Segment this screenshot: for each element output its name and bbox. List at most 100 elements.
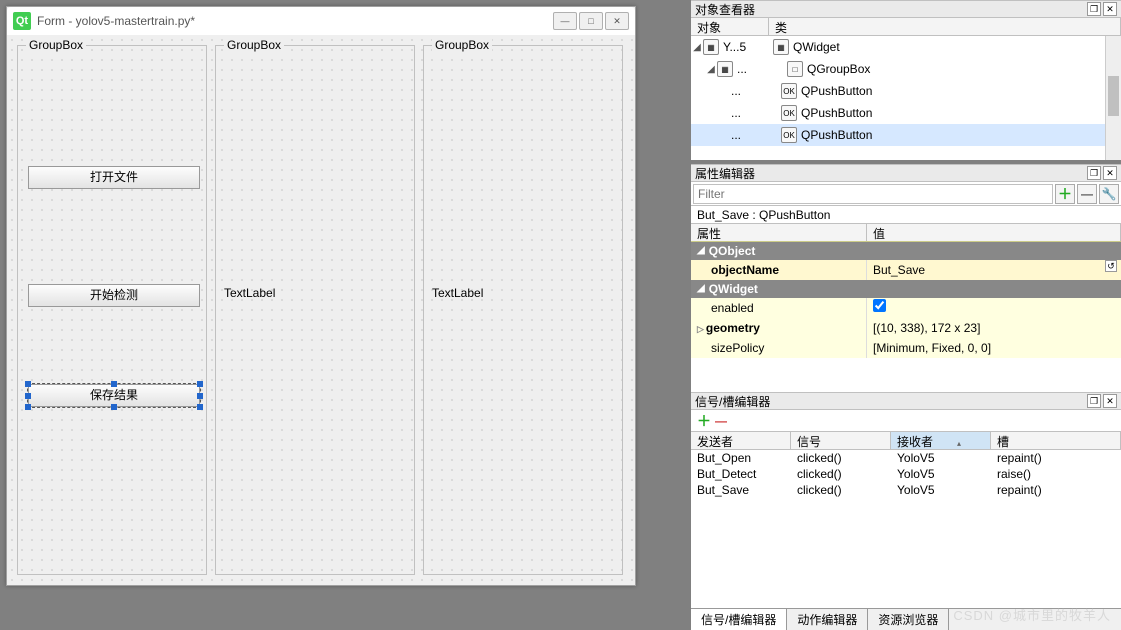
groupbox-1[interactable]: GroupBox 打开文件 开始检测 保存结果	[17, 45, 207, 575]
prop-value[interactable]: [(10, 338), 172 x 23]	[867, 318, 1121, 338]
signal-table-body[interactable]: But_Open clicked() YoloV5 repaint() But_…	[691, 450, 1121, 498]
dock-close-button[interactable]: ✕	[1103, 2, 1117, 16]
dock-float-button[interactable]: ❐	[1087, 2, 1101, 16]
dock-float-button[interactable]: ❐	[1087, 166, 1101, 180]
dock-close-button[interactable]: ✕	[1103, 166, 1117, 180]
tab-resource-browser[interactable]: 资源浏览器	[868, 609, 949, 630]
dock-float-button[interactable]: ❐	[1087, 394, 1101, 408]
prop-geometry[interactable]: geometry [(10, 338), 172 x 23]	[691, 318, 1121, 338]
text-label[interactable]: TextLabel	[432, 286, 483, 300]
remove-connection-button[interactable]: —	[715, 414, 727, 428]
selection-handle[interactable]	[25, 404, 31, 410]
start-detect-button[interactable]: 开始检测	[28, 284, 200, 307]
config-button[interactable]: 🔧	[1099, 184, 1119, 204]
prop-enabled[interactable]: enabled	[691, 298, 1121, 318]
minimize-button[interactable]: —	[553, 12, 577, 30]
selection-handle[interactable]	[25, 393, 31, 399]
button-icon: OK	[781, 83, 797, 99]
expand-arrow-icon[interactable]: ◢	[705, 64, 717, 75]
dock-title-label: 属性编辑器	[695, 165, 755, 182]
remove-property-button[interactable]: —	[1077, 184, 1097, 204]
tree-node-name: ...	[731, 106, 781, 120]
prop-name: geometry	[691, 318, 867, 338]
tree-node-name: ...	[731, 84, 781, 98]
enabled-checkbox[interactable]	[873, 299, 886, 312]
maximize-button[interactable]: □	[579, 12, 603, 30]
scrollbar-thumb[interactable]	[1108, 76, 1119, 116]
groupbox-title: GroupBox	[26, 38, 86, 52]
col-class[interactable]: 类	[769, 18, 1121, 35]
selection-handle[interactable]	[25, 381, 31, 387]
tree-row[interactable]: ◢ ▦ ... □ QGroupBox	[691, 58, 1121, 80]
close-button[interactable]: ✕	[605, 12, 629, 30]
selection-handle[interactable]	[197, 381, 203, 387]
add-property-button[interactable]: ＋	[1055, 184, 1075, 204]
tree-row[interactable]: ◢ ▦ Y...5 ▦ QWidget	[691, 36, 1121, 58]
signal-row[interactable]: But_Detect clicked() YoloV5 raise()	[691, 466, 1121, 482]
col-signal[interactable]: 信号	[791, 432, 891, 449]
scrollbar[interactable]	[1105, 36, 1121, 160]
filter-input[interactable]	[693, 184, 1053, 204]
dock-title-label: 信号/槽编辑器	[695, 393, 770, 410]
selection-handle[interactable]	[111, 381, 117, 387]
property-header: 属性 值	[691, 224, 1121, 242]
signal-slot-editor-title: 信号/槽编辑器 ❐ ✕	[691, 392, 1121, 410]
wrench-icon: 🔧	[1102, 187, 1117, 201]
tree-node-class: QGroupBox	[807, 62, 870, 76]
signal-toolbar: ＋ —	[691, 410, 1121, 432]
tree-node-name: Y...5	[723, 40, 773, 54]
widget-icon: ▦	[703, 39, 719, 55]
tree-node-name: ...	[737, 62, 787, 76]
col-object[interactable]: 对象	[691, 18, 769, 35]
prop-value[interactable]: But_Save	[873, 260, 925, 280]
groupbox-title: GroupBox	[432, 38, 492, 52]
property-list[interactable]: ◢QObject objectName But_Save↺ ◢QWidget e…	[691, 242, 1121, 358]
col-property[interactable]: 属性	[691, 224, 867, 241]
tab-signal-slot[interactable]: 信号/槽编辑器	[691, 609, 787, 630]
prop-value[interactable]: [Minimum, Fixed, 0, 0]	[867, 338, 1121, 358]
selection-handle[interactable]	[111, 404, 117, 410]
section-qwidget[interactable]: ◢QWidget	[691, 280, 1121, 298]
groupbox-icon: □	[787, 61, 803, 77]
form-canvas[interactable]: GroupBox 打开文件 开始检测 保存结果 GroupBox TextLab…	[7, 35, 635, 585]
col-value[interactable]: 值	[867, 224, 1121, 241]
dock-close-button[interactable]: ✕	[1103, 394, 1117, 408]
signal-row[interactable]: But_Open clicked() YoloV5 repaint()	[691, 450, 1121, 466]
groupbox-3[interactable]: GroupBox TextLabel	[423, 45, 623, 575]
tree-row[interactable]: ... OK QPushButton	[691, 80, 1121, 102]
section-qobject[interactable]: ◢QObject	[691, 242, 1121, 260]
col-sender[interactable]: 发送者	[691, 432, 791, 449]
col-slot[interactable]: 槽	[991, 432, 1121, 449]
tab-action-editor[interactable]: 动作编辑器	[787, 609, 868, 630]
tree-node-name: ...	[731, 128, 781, 142]
object-inspector-header: 对象 类	[691, 18, 1121, 36]
selection-handle[interactable]	[197, 393, 203, 399]
tree-row-selected[interactable]: ... OK QPushButton	[691, 124, 1121, 146]
selection-handle[interactable]	[197, 404, 203, 410]
prop-objectName[interactable]: objectName But_Save↺	[691, 260, 1121, 280]
expand-arrow-icon[interactable]: ◢	[691, 42, 703, 53]
reset-button[interactable]: ↺	[1105, 260, 1117, 272]
groupbox-2[interactable]: GroupBox TextLabel	[215, 45, 415, 575]
open-file-button[interactable]: 打开文件	[28, 166, 200, 189]
signal-table-header: 发送者 信号 接收者▴ 槽	[691, 432, 1121, 450]
form-title: Form - yolov5-mastertrain.py*	[37, 14, 195, 28]
col-receiver[interactable]: 接收者▴	[891, 432, 991, 449]
form-designer-preview: Qt Form - yolov5-mastertrain.py* — □ ✕ G…	[6, 6, 636, 586]
object-inspector-title: 对象查看器 ❐ ✕	[691, 0, 1121, 18]
object-inspector-dock: 对象查看器 ❐ ✕ 对象 类 ◢ ▦ Y...5 ▦ QWidget ◢ ▦ .…	[691, 0, 1121, 160]
tree-node-class: QWidget	[793, 40, 840, 54]
sort-asc-icon: ▴	[957, 439, 961, 448]
text-label[interactable]: TextLabel	[224, 286, 275, 300]
prop-name: enabled	[691, 298, 867, 318]
tree-row[interactable]: ... OK QPushButton	[691, 102, 1121, 124]
object-tree[interactable]: ◢ ▦ Y...5 ▦ QWidget ◢ ▦ ... □ QGroupBox …	[691, 36, 1121, 160]
tree-node-class: QPushButton	[801, 106, 872, 120]
tree-node-class: QPushButton	[801, 128, 872, 142]
add-connection-button[interactable]: ＋	[697, 411, 711, 431]
prop-name: sizePolicy	[691, 338, 867, 358]
form-titlebar: Qt Form - yolov5-mastertrain.py* — □ ✕	[7, 7, 635, 35]
widget-icon: ▦	[773, 39, 789, 55]
signal-row[interactable]: But_Save clicked() YoloV5 repaint()	[691, 482, 1121, 498]
prop-sizePolicy[interactable]: sizePolicy [Minimum, Fixed, 0, 0]	[691, 338, 1121, 358]
